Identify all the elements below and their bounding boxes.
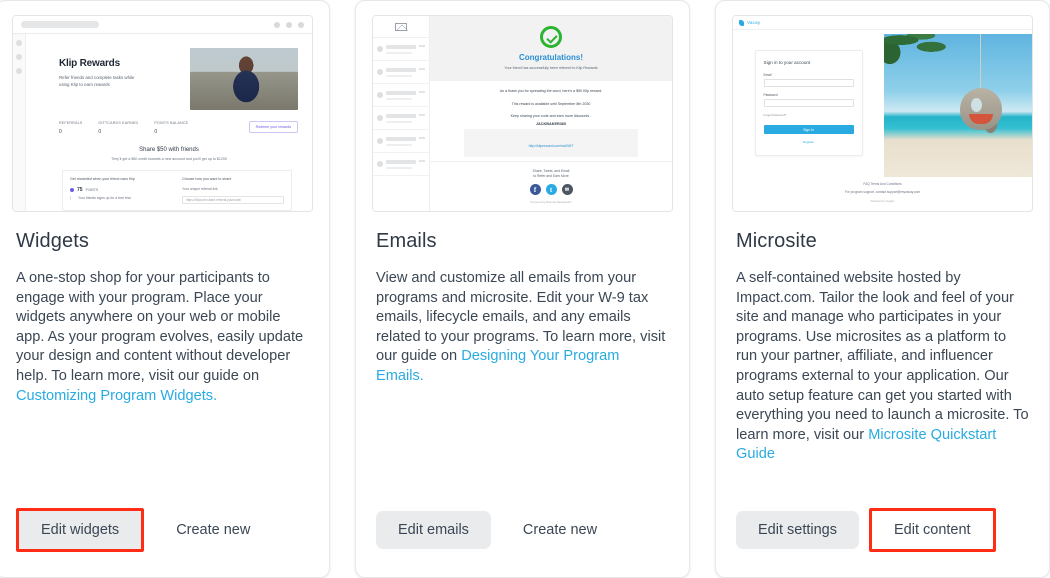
card-actions-microsite: Edit settings Edit content: [716, 505, 1049, 577]
create-new-widget-button[interactable]: Create new: [154, 511, 272, 549]
referral-link-input: https://klipcom.share.referral.yourcode/: [182, 196, 284, 204]
emails-thumbnail: Congratulations! Your friend has success…: [372, 15, 673, 212]
hanging-rope: [980, 34, 981, 90]
edit-content-button[interactable]: Edit content: [872, 511, 993, 549]
email-field: [763, 79, 854, 87]
microsite-thumbnail: Vacay Sign in to your account Email Pass…: [732, 15, 1033, 212]
microsite-header: Vacay: [733, 16, 1032, 30]
browser-dots: [274, 21, 304, 28]
list-item: [373, 61, 429, 84]
widget-page: Klip Rewards Refer friends and complete …: [26, 34, 312, 211]
list-item: [373, 84, 429, 107]
edit-emails-button[interactable]: Edit emails: [376, 511, 491, 549]
widget-hero-title: Klip Rewards: [59, 58, 120, 69]
list-item: [373, 130, 429, 153]
widget-hero-subtitle: Refer friends and complete tasks while u…: [59, 75, 135, 87]
stat-referrals: REFERRALS 0: [59, 121, 83, 135]
card-microsite[interactable]: Vacay Sign in to your account Email Pass…: [715, 0, 1050, 578]
list-item: [373, 38, 429, 61]
envelope-icon: [373, 16, 429, 38]
twitter-icon: t: [545, 184, 557, 195]
browser-mockup: Klip Rewards Refer friends and complete …: [13, 16, 312, 211]
link-customizing-program-widgets[interactable]: Customizing Program Widgets.: [16, 388, 217, 404]
success-check-icon: [540, 26, 562, 48]
edit-settings-button[interactable]: Edit settings: [736, 511, 859, 549]
email-inbox-list: [373, 16, 430, 211]
list-item: [373, 107, 429, 130]
list-item: [373, 153, 429, 176]
widget-hero-image: [190, 48, 298, 110]
vacay-logo-icon: [739, 19, 744, 26]
email-preview: Congratulations! Your friend has success…: [373, 16, 672, 211]
sign-in-button: Sign In: [763, 125, 854, 134]
card-widgets[interactable]: Klip Rewards Refer friends and complete …: [0, 0, 330, 578]
microsite-brand: Vacay: [747, 20, 761, 25]
signin-form: Sign in to your account Email Password F…: [754, 50, 863, 156]
social-share-icons: f t ✉: [440, 184, 662, 195]
browser-sidebar-rail: [13, 34, 26, 211]
email-headline: Congratulations!: [519, 53, 583, 62]
edit-widgets-button[interactable]: Edit widgets: [19, 511, 142, 549]
hanging-chair: [960, 88, 1002, 130]
browser-url-bar: [21, 21, 99, 28]
referral-link: http://klipreward.com/ms2WI7: [528, 143, 574, 148]
stat-giftcards: GIFTCARDS EARNED 0: [98, 121, 139, 135]
facebook-icon: f: [529, 184, 541, 195]
card-description-microsite: A self-contained website hosted by Impac…: [736, 270, 1029, 463]
email-header: Congratulations! Your friend has success…: [430, 16, 672, 82]
email-icon: ✉: [561, 184, 573, 195]
browser-toolbar: [13, 16, 312, 34]
widget-hero: Klip Rewards Refer friends and complete …: [59, 48, 298, 110]
stat-points: POINTS BALANCE 0: [154, 121, 189, 135]
create-new-email-button[interactable]: Create new: [501, 511, 619, 549]
palm-leaves: [884, 34, 952, 86]
card-emails[interactable]: Congratulations! Your friend has success…: [355, 0, 690, 578]
highlight-box-edit-widgets: Edit widgets: [16, 508, 145, 552]
password-field: [763, 99, 854, 107]
promo-code: JACKBAKER360: [535, 121, 567, 126]
register-link: Register: [802, 140, 815, 144]
referral-link-box: http://klipreward.com/ms2WI7: [464, 128, 638, 157]
widget-share-sub: They'll get a $50 credit towards a new a…: [111, 157, 227, 161]
card-actions-widgets: Edit widgets Create new: [0, 505, 329, 577]
widget-stats-row: REFERRALS 0 GIFTCARDS EARNED 0 POINTS BA…: [59, 121, 298, 135]
email-subhead: Your friend has successfully been referr…: [504, 66, 598, 70]
microsite-preview: Vacay Sign in to your account Email Pass…: [733, 16, 1032, 211]
card-title-microsite: Microsite: [736, 230, 817, 252]
card-description-widgets: A one-stop shop for your participants to…: [16, 270, 304, 404]
widget-share-heading: Share $50 with friends: [139, 147, 199, 153]
highlight-box-edit-content: Edit content: [869, 508, 996, 552]
card-title-widgets: Widgets: [16, 230, 89, 252]
widgets-thumbnail: Klip Rewards Refer friends and complete …: [12, 15, 313, 212]
beach-hero-photo: [884, 34, 1032, 177]
redeem-rewards-button: Redeem your rewards: [248, 121, 298, 133]
step-dot-icon: [70, 188, 74, 192]
forgot-password-link: Forgot Password?: [763, 113, 787, 117]
card-description-emails: View and customize all emails from your …: [376, 270, 666, 384]
microsite-footer: FAQ Terms And Conditions For program sup…: [844, 182, 921, 203]
program-assets-cards-view: Klip Rewards Refer friends and complete …: [0, 0, 1050, 578]
widget-share-panel: Get rewarded when your friend uses Klip …: [62, 170, 292, 211]
card-actions-emails: Edit emails Create new: [356, 505, 689, 577]
card-title-emails: Emails: [376, 230, 437, 252]
